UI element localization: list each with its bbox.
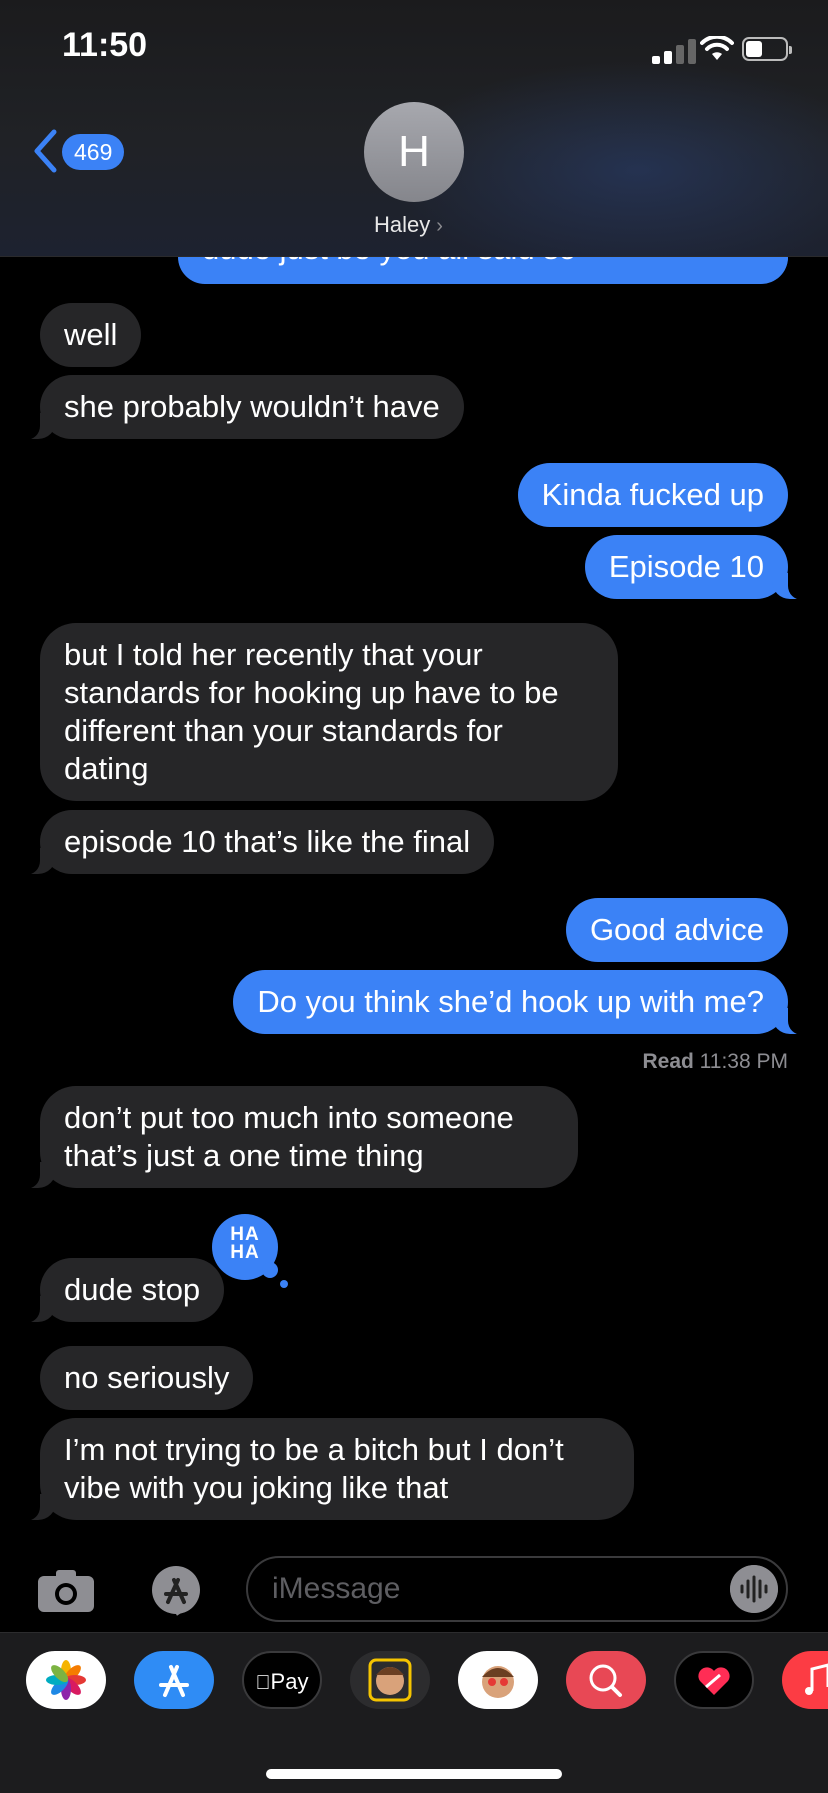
read-receipt: Read 11:38 PM	[642, 1050, 788, 1073]
memoji-icon[interactable]	[350, 1651, 430, 1709]
message-bubble-sent[interactable]: Good advice	[565, 898, 788, 962]
message-bubble-received[interactable]: dude stop	[17, 1258, 225, 1323]
message-bubble-received[interactable]: I’m not trying to be a bitch but I don’t…	[18, 1418, 634, 1521]
apple-pay-icon[interactable]: Pay	[242, 1651, 322, 1709]
tapback-tail	[262, 1262, 278, 1278]
home-indicator[interactable]	[266, 1769, 562, 1779]
message-bubble-received[interactable]: don’t put too much into someone that’s j…	[18, 1086, 578, 1189]
contact-name-label: Haley	[374, 212, 431, 237]
tapback-tail	[280, 1280, 288, 1288]
compose-bar: iMessage	[0, 1540, 828, 1630]
chevron-right-icon: ›	[436, 215, 443, 237]
audio-message-icon[interactable]	[730, 1565, 778, 1613]
photos-app-icon[interactable]	[26, 1651, 106, 1709]
message-bubble-received[interactable]: well	[40, 303, 142, 367]
imessage-app-drawer: Pay	[0, 1632, 828, 1793]
message-bubble-received[interactable]: no seriously	[40, 1346, 254, 1410]
battery-icon	[742, 37, 792, 61]
conversation-header: 11:50 469 H Haley ›	[0, 0, 828, 257]
app-store-icon[interactable]	[134, 1651, 214, 1709]
back-chevron-icon[interactable]	[30, 128, 60, 174]
contact-avatar[interactable]: H	[364, 102, 464, 202]
message-bubble-received[interactable]: she probably wouldn’t have	[18, 375, 464, 440]
apple-pay-label: Pay	[263, 1669, 309, 1694]
wifi-icon	[700, 36, 734, 60]
message-input[interactable]: iMessage	[246, 1556, 788, 1622]
app-store-button-icon[interactable]	[140, 1564, 212, 1616]
unread-count-badge[interactable]: 469	[62, 134, 125, 170]
music-icon[interactable]	[782, 1651, 828, 1709]
memoji-stickers-icon[interactable]	[458, 1651, 538, 1709]
camera-icon[interactable]	[36, 1568, 96, 1614]
contact-name[interactable]: Haley ›	[374, 212, 443, 238]
message-bubble-received[interactable]: but I told her recently that your standa…	[40, 623, 618, 801]
message-bubble-sent[interactable]: Do you think she’d hook up with me?	[233, 970, 810, 1035]
message-bubble-received[interactable]: episode 10 that’s like the final	[17, 810, 495, 875]
images-search-icon[interactable]	[566, 1651, 646, 1709]
status-time: 11:50	[62, 26, 148, 64]
message-bubble-sent[interactable]: Kinda fucked up	[517, 463, 788, 527]
message-bubble-sent[interactable]: Episode 10	[584, 535, 811, 600]
digital-touch-icon[interactable]	[674, 1651, 754, 1709]
cellular-signal-icon	[652, 38, 704, 64]
message-input-placeholder: iMessage	[272, 1572, 401, 1605]
